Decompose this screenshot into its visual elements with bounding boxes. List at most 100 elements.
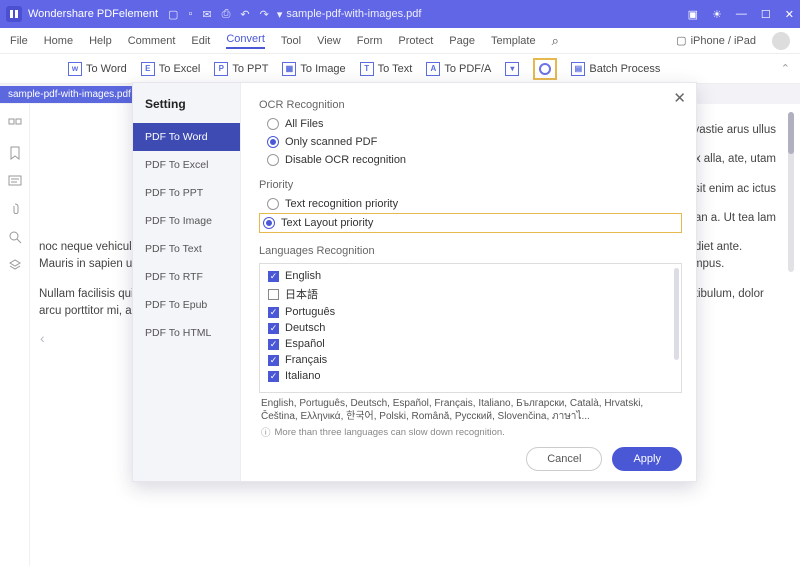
menu-convert[interactable]: Convert <box>226 33 265 49</box>
convert-settings-dialog: Setting PDF To Word PDF To Excel PDF To … <box>132 82 697 482</box>
menu-protect[interactable]: Protect <box>398 35 433 47</box>
bookmark-icon[interactable] <box>8 146 22 160</box>
comment-panel-icon[interactable] <box>8 174 22 188</box>
menu-home[interactable]: Home <box>44 35 73 47</box>
convert-settings-highlighted[interactable] <box>533 58 557 80</box>
priority-highlight: Text Layout priority <box>259 213 682 233</box>
folder-icon[interactable]: ▢ <box>168 8 178 21</box>
radio-text-layout-priority[interactable]: Text Layout priority <box>261 215 375 231</box>
checkbox-icon: ✓ <box>268 307 279 318</box>
dialog-close-icon[interactable]: ✕ <box>673 89 686 107</box>
save-icon[interactable]: ▫ <box>188 8 192 20</box>
menu-comment[interactable]: Comment <box>128 35 176 47</box>
layers-icon[interactable] <box>8 258 22 272</box>
dialog-title: Setting <box>133 83 240 123</box>
vertical-scrollbar[interactable] <box>788 112 794 272</box>
scrollbar-thumb[interactable] <box>788 112 794 154</box>
file-chip-label: sample-pdf-with-images.pdf <box>286 8 421 20</box>
mail-icon[interactable]: ✉ <box>202 8 211 21</box>
checkbox-icon: ✓ <box>268 355 279 366</box>
ppt-icon: P <box>214 62 228 76</box>
prev-page-arrow[interactable]: ‹ <box>40 330 45 346</box>
quick-toolbar: ▢ ▫ ✉ ⎙ ↶ ↷ <box>168 8 269 21</box>
ribbon-batch[interactable]: ▤Batch Process <box>571 62 660 76</box>
file-chip[interactable]: ▾ sample-pdf-with-images.pdf <box>277 8 422 21</box>
word-icon: w <box>68 62 82 76</box>
menu-view[interactable]: View <box>317 35 341 47</box>
dialog-sidebar: Setting PDF To Word PDF To Excel PDF To … <box>133 83 241 481</box>
languages-summary: English, Português, Deutsch, Español, Fr… <box>259 393 682 425</box>
checkbox-icon: ✓ <box>268 371 279 382</box>
maximize-icon[interactable]: ☐ <box>761 8 771 21</box>
menu-file[interactable]: File <box>10 35 28 47</box>
radio-disable-ocr[interactable]: Disable OCR recognition <box>259 151 682 169</box>
lang-francais[interactable]: ✓Français <box>268 352 677 368</box>
dialog-buttons: Cancel Apply <box>259 447 682 471</box>
menu-page[interactable]: Page <box>449 35 475 47</box>
radio-all-files[interactable]: All Files <box>259 115 682 133</box>
document-tab[interactable]: sample-pdf-with-images.pdf <box>0 86 139 103</box>
priority-section-title: Priority <box>259 179 682 191</box>
search-icon[interactable]: ⌕ <box>552 33 559 49</box>
ribbon-to-word[interactable]: wTo Word <box>68 62 127 76</box>
info-icon: ⓘ <box>261 425 271 439</box>
checkbox-icon <box>268 289 279 300</box>
languages-listbox[interactable]: ✓English 日本語 ✓Português ✓Deutsch ✓Españo… <box>259 263 682 393</box>
lang-english[interactable]: ✓English <box>268 268 677 284</box>
convert-ribbon: wTo Word ETo Excel PTo PPT ▦To Image TTo… <box>0 54 800 84</box>
undo-icon[interactable]: ↶ <box>240 8 249 21</box>
radio-icon <box>267 136 279 148</box>
radio-only-scanned[interactable]: Only scanned PDF <box>259 133 682 151</box>
menu-template[interactable]: Template <box>491 35 536 47</box>
menu-form[interactable]: Form <box>357 35 383 47</box>
menu-edit[interactable]: Edit <box>191 35 210 47</box>
thumbnails-icon[interactable] <box>8 118 22 132</box>
lang-japanese[interactable]: 日本語 <box>268 284 677 304</box>
ribbon-to-pdfa[interactable]: ATo PDF/A <box>426 62 491 76</box>
ribbon-to-excel[interactable]: ETo Excel <box>141 62 201 76</box>
collapse-ribbon-icon[interactable]: ⌃ <box>781 62 790 75</box>
sidebar-item-pdf-to-epub[interactable]: PDF To Epub <box>133 291 240 319</box>
ocr-section-title: OCR Recognition <box>259 99 682 111</box>
ribbon-to-image[interactable]: ▦To Image <box>282 62 345 76</box>
lang-portugues[interactable]: ✓Português <box>268 304 677 320</box>
radio-text-recognition-priority[interactable]: Text recognition priority <box>259 195 682 213</box>
sidebar-item-pdf-to-rtf[interactable]: PDF To RTF <box>133 263 240 291</box>
ribbon-to-ppt[interactable]: PTo PPT <box>214 62 268 76</box>
languages-scrollbar[interactable] <box>674 268 679 360</box>
batch-icon: ▤ <box>571 62 585 76</box>
lang-deutsch[interactable]: ✓Deutsch <box>268 320 677 336</box>
gear-icon <box>539 63 551 75</box>
app-title: Wondershare PDFelement <box>28 8 158 20</box>
print-icon[interactable]: ⎙ <box>222 8 231 21</box>
minimize-icon[interactable]: — <box>736 8 747 20</box>
sidebar-item-pdf-to-word[interactable]: PDF To Word <box>133 123 240 151</box>
left-panel-toolbar <box>0 104 30 566</box>
ribbon-more[interactable]: ▾ <box>505 62 519 76</box>
lang-italiano[interactable]: ✓Italiano <box>268 368 677 384</box>
pin-icon[interactable]: ▣ <box>688 8 698 21</box>
cancel-button[interactable]: Cancel <box>526 447 602 471</box>
window-controls: ▣ ☀ — ☐ ✕ <box>688 8 794 21</box>
sidebar-item-pdf-to-ppt[interactable]: PDF To PPT <box>133 179 240 207</box>
close-window-icon[interactable]: ✕ <box>785 8 794 21</box>
checkbox-icon: ✓ <box>268 323 279 334</box>
sidebar-item-pdf-to-excel[interactable]: PDF To Excel <box>133 151 240 179</box>
apply-button[interactable]: Apply <box>612 447 682 471</box>
sidebar-item-pdf-to-text[interactable]: PDF To Text <box>133 235 240 263</box>
lang-espanol[interactable]: ✓Español <box>268 336 677 352</box>
radio-icon <box>267 198 279 210</box>
sidebar-item-pdf-to-html[interactable]: PDF To HTML <box>133 319 240 347</box>
user-avatar[interactable] <box>772 32 790 50</box>
menu-help[interactable]: Help <box>89 35 112 47</box>
redo-icon[interactable]: ↷ <box>260 8 269 21</box>
sidebar-item-pdf-to-image[interactable]: PDF To Image <box>133 207 240 235</box>
ribbon-to-text[interactable]: TTo Text <box>360 62 413 76</box>
find-icon[interactable] <box>8 230 22 244</box>
menu-tool[interactable]: Tool <box>281 35 301 47</box>
attachment-icon[interactable] <box>8 202 22 216</box>
device-toggle[interactable]: ▢ iPhone / iPad <box>676 34 756 47</box>
languages-section-title: Languages Recognition <box>259 245 682 257</box>
theme-icon[interactable]: ☀ <box>712 8 722 21</box>
radio-icon <box>263 217 275 229</box>
